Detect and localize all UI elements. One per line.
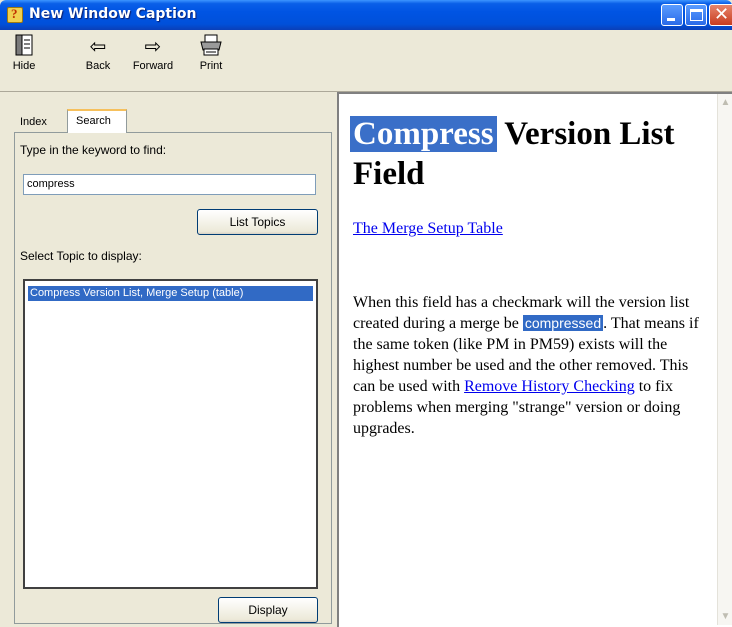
scroll-up-icon[interactable]: ▲ (718, 94, 732, 111)
navigation-pane: Index Search Type in the keyword to find… (0, 92, 336, 627)
scroll-down-icon[interactable]: ▼ (718, 608, 732, 625)
merge-setup-table-link[interactable]: The Merge Setup Table (353, 220, 711, 238)
search-highlight: compressed (522, 315, 604, 331)
hide-button[interactable]: Hide (8, 34, 40, 86)
select-topic-label: Select Topic to display: (20, 249, 142, 263)
display-button[interactable]: Display (218, 597, 318, 623)
keyword-input[interactable]: compress (23, 174, 316, 195)
maximize-icon (690, 9, 703, 21)
help-app-icon[interactable]: ? (7, 6, 23, 23)
minimize-icon (667, 18, 675, 21)
tab-search[interactable]: Search (67, 109, 127, 133)
forward-label: Forward (132, 60, 174, 72)
remove-history-checking-link[interactable]: Remove History Checking (464, 378, 635, 395)
body-paragraph: When this field has a checkmark will the… (353, 292, 711, 439)
content-pane: Compress Version List Field The Merge Se… (337, 92, 732, 627)
maximize-button[interactable] (685, 4, 707, 26)
list-topics-button[interactable]: List Topics (197, 209, 318, 235)
vertical-scrollbar[interactable]: ▲ ▼ (717, 94, 732, 625)
minimize-button[interactable] (661, 4, 683, 26)
forward-button[interactable]: ⇨ Forward (128, 34, 178, 86)
back-label: Back (85, 60, 111, 72)
close-icon: ✕ (714, 4, 730, 25)
hide-label: Hide (12, 60, 36, 72)
keyword-label: Type in the keyword to find: (20, 143, 167, 157)
print-label: Print (199, 60, 223, 72)
title-bar[interactable]: ? New Window Caption ✕ (0, 0, 732, 30)
print-button[interactable]: Print (195, 34, 227, 86)
search-panel: Type in the keyword to find: compress Li… (14, 132, 332, 624)
toolbar: Hide ⇦ Back ⇨ Forward Print (0, 30, 732, 92)
page-title: Compress Version List Field (350, 114, 711, 194)
tab-index[interactable]: Index (16, 112, 51, 134)
back-button[interactable]: ⇦ Back (78, 34, 118, 86)
forward-arrow-icon: ⇨ (144, 34, 162, 58)
title-highlight: Compress (350, 116, 497, 152)
topic-listbox[interactable]: Compress Version List, Merge Setup (tabl… (23, 279, 318, 589)
printer-icon (195, 34, 227, 58)
topic-document: Compress Version List Field The Merge Se… (350, 114, 711, 439)
close-button[interactable]: ✕ (709, 4, 732, 26)
hide-icon (8, 34, 40, 58)
list-item[interactable]: Compress Version List, Merge Setup (tabl… (28, 286, 313, 301)
window-title: New Window Caption (29, 6, 197, 22)
back-arrow-icon: ⇦ (89, 34, 107, 58)
